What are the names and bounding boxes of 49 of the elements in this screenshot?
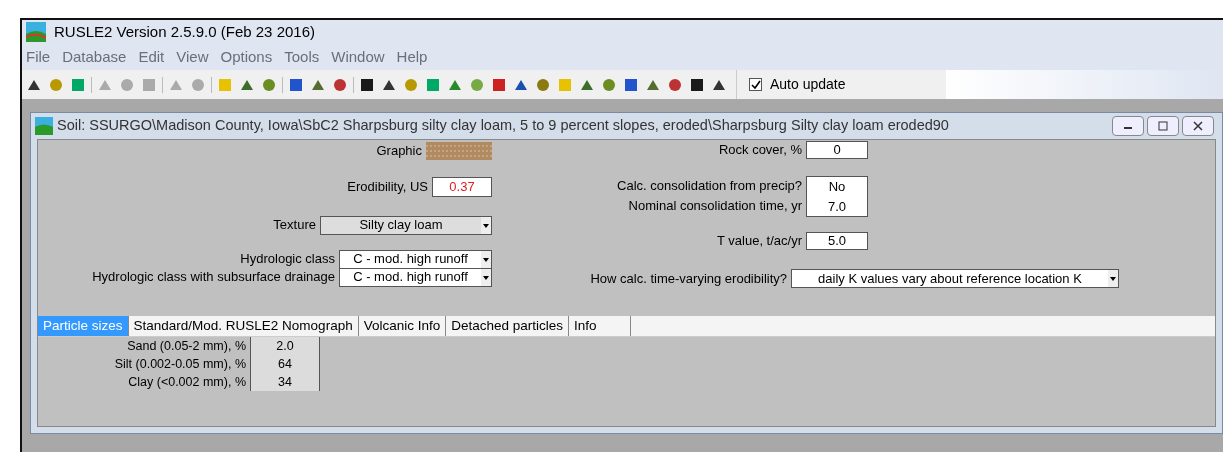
field-label: Rock cover, %	[718, 141, 802, 160]
field-label: Clay (<0.002 mm), %	[128, 374, 246, 391]
soil-icon	[35, 117, 53, 135]
soil-texture-swatch[interactable]	[426, 142, 492, 160]
toolbar-icon[interactable]	[359, 76, 375, 93]
consolidation-time-field[interactable]: 7.0	[807, 196, 867, 216]
field-label: How calc. time-varying erodibility?	[590, 269, 787, 288]
tab[interactable]: Detached particles	[446, 316, 570, 336]
field-label: T value, t/ac/yr	[717, 232, 802, 250]
hydrologic-class-dropdown[interactable]: C - mod. high runoff	[339, 249, 492, 269]
texture-dropdown[interactable]: Silty clay loam	[320, 215, 492, 235]
checkmark-icon	[750, 79, 761, 90]
particle-value-cell[interactable]: 2.0	[251, 337, 319, 355]
menu-item[interactable]: Database	[62, 45, 127, 69]
field-label: Erodibility, US	[347, 178, 428, 197]
particle-value-cell[interactable]: 34	[251, 373, 319, 391]
menu-item[interactable]: Window	[331, 45, 385, 69]
app-logo-icon	[26, 22, 46, 42]
field-label: Calc. consolidation from precip?	[617, 177, 802, 195]
close-button[interactable]	[1182, 116, 1214, 136]
restore-icon	[1158, 121, 1168, 131]
menu-item[interactable]: View	[176, 45, 209, 69]
t-value-field[interactable]: 5.0	[806, 231, 868, 250]
menu-item[interactable]: Edit	[138, 45, 165, 69]
window-title: RUSLE2 Version 2.5.9.0 (Feb 23 2016)	[54, 21, 315, 42]
field-label: Nominal consolidation time, yr	[628, 196, 802, 215]
rock-cover-field[interactable]: 0	[806, 141, 868, 159]
field-label: Hydrologic class	[240, 250, 335, 269]
field-label: Sand (0.05-2 mm), %	[127, 338, 246, 355]
auto-update-checkbox[interactable]: Auto update	[736, 70, 946, 99]
minimize-button[interactable]	[1112, 116, 1144, 136]
field-label: Texture	[273, 216, 316, 235]
window-title: Soil: SSURGO\Madison County, Iowa\SbC2 Sharpsburg silty clay loam, 5 to 9 percent slopes, eroded\Sharpsburg Silty clay loam eroded90	[57, 116, 950, 136]
field-label: Silt (0.002-0.05 mm), %	[114, 356, 246, 373]
menu-item[interactable]: File	[26, 45, 51, 69]
menu-item[interactable]: Tools	[284, 45, 320, 69]
particle-value-cell[interactable]: 64	[251, 355, 319, 373]
menu-item[interactable]: Options	[220, 45, 273, 69]
close-icon	[1193, 121, 1203, 131]
consolidation-field[interactable]: No	[807, 177, 867, 197]
tab[interactable]: Standard/Mod. RUSLE2 Nomograph	[128, 316, 359, 336]
tab[interactable]: Volcanic Info	[358, 316, 447, 336]
menu-item[interactable]: Help	[396, 45, 428, 69]
field-label: Graphic	[376, 142, 422, 161]
erodibility-field[interactable]: 0.37	[432, 177, 492, 197]
toolbar-icon[interactable]	[689, 76, 705, 93]
field-label: Hydrologic class with subsurface drainage	[92, 268, 335, 287]
tab[interactable]: Info	[569, 316, 632, 336]
erodibility-method-dropdown[interactable]: daily K values vary about reference location K	[791, 268, 1119, 288]
